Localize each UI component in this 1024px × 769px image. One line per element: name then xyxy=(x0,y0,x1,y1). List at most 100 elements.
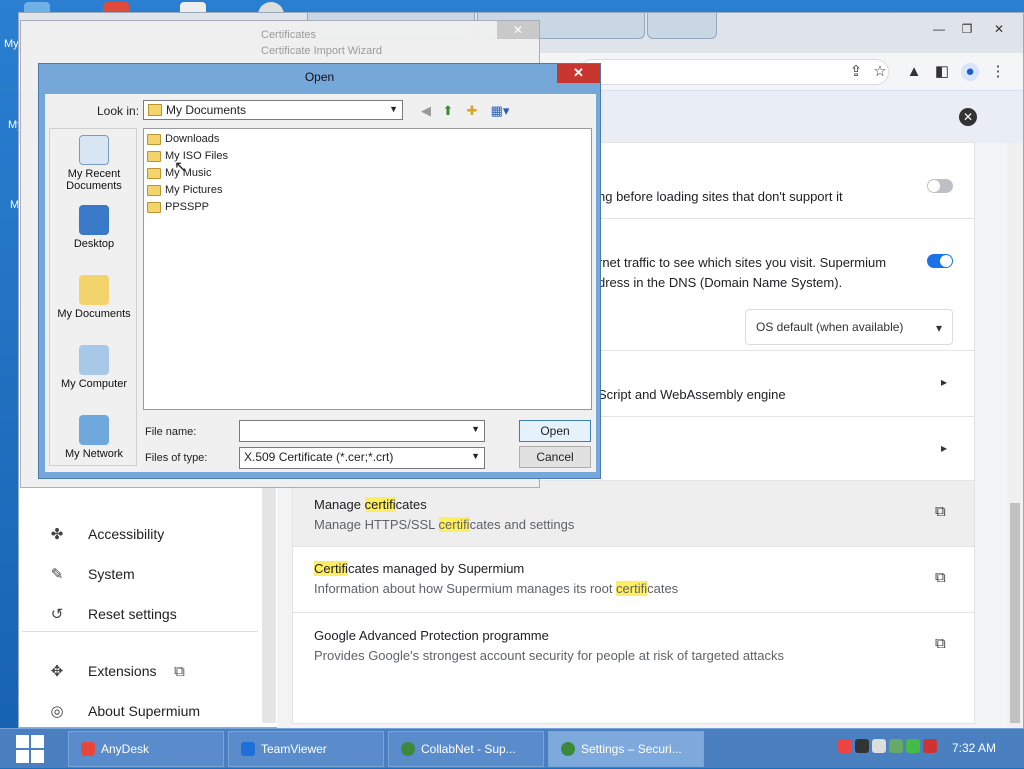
anydesk-tray-icon[interactable] xyxy=(855,739,869,753)
manage-certificates-row[interactable]: Manage certificates Manage HTTPS/SSL cer… xyxy=(293,481,974,547)
file-list[interactable]: Downloads My ISO Files My Music My Pictu… xyxy=(143,128,592,410)
shield-icon[interactable] xyxy=(838,739,852,753)
browser-logo-icon: ◎ xyxy=(50,703,64,720)
wizard-close-button[interactable]: ✕ xyxy=(497,21,539,39)
dialog-close-button[interactable]: ✕ xyxy=(557,64,600,83)
puzzle-icon: ✥ xyxy=(50,663,64,680)
system-tray xyxy=(838,739,937,753)
file-name-input[interactable]: ▼ xyxy=(239,420,485,442)
list-item[interactable]: My ISO Files xyxy=(147,148,228,164)
place-my-documents[interactable]: My Documents xyxy=(50,275,138,320)
open-file-dialog: Open ✕ Look in: My Documents ▼ ◀ ⬆ ✚ ▦▾ … xyxy=(38,63,601,479)
row-title: Manage certificates xyxy=(314,497,427,512)
look-in-label: Look in: xyxy=(97,104,140,118)
volume-icon[interactable] xyxy=(872,739,886,753)
new-folder-icon[interactable]: ✚ xyxy=(463,102,481,120)
windows-logo-icon xyxy=(16,735,44,763)
address-bar[interactable] xyxy=(579,59,889,85)
list-item[interactable]: PPSSPP xyxy=(147,199,209,215)
recent-documents-icon xyxy=(79,135,109,165)
look-in-value: My Documents xyxy=(166,103,247,117)
taskbar-clock[interactable]: 7:32 AM xyxy=(952,741,996,755)
advanced-protection-row[interactable]: Google Advanced Protection programme Pro… xyxy=(293,613,974,679)
row-description: Information about how Supermium manages … xyxy=(314,581,679,596)
chevron-right-icon: ▸ xyxy=(941,375,948,389)
dialog-title: Open xyxy=(304,70,335,84)
security-icon[interactable] xyxy=(923,739,937,753)
minimize-button[interactable]: — xyxy=(927,21,951,39)
file-name-label: File name: xyxy=(145,426,197,438)
sidebar-item-about[interactable]: ◎ About Supermium xyxy=(48,698,200,724)
open-external-icon: ⧉ xyxy=(935,635,946,652)
sidebar-item-extensions[interactable]: ✥ Extensions ⧉ xyxy=(48,658,188,684)
sidebar-item-accessibility[interactable]: ✤ Accessibility xyxy=(48,521,165,547)
file-type-select[interactable]: X.509 Certificate (*.cer;*.crt) ▼ xyxy=(239,447,485,469)
network-icon[interactable] xyxy=(889,739,903,753)
sidebar-item-reset[interactable]: ↺ Reset settings xyxy=(48,601,177,627)
wizard-subtitle: Certificate Import Wizard xyxy=(261,45,383,57)
folder-icon xyxy=(148,104,162,116)
supermium-icon xyxy=(561,742,575,756)
documents-folder-icon xyxy=(79,275,109,305)
open-external-icon: ⧉ xyxy=(935,569,946,586)
places-bar: My Recent Documents Desktop My Documents… xyxy=(49,128,137,466)
start-button[interactable] xyxy=(0,729,60,769)
side-panel-icon[interactable]: ◧ xyxy=(933,63,951,81)
sidebar-scrollbar[interactable] xyxy=(262,483,276,723)
supermium-icon xyxy=(401,742,415,756)
place-my-computer[interactable]: My Computer xyxy=(50,345,138,390)
folder-icon xyxy=(147,133,161,145)
browser-tab[interactable] xyxy=(647,13,717,39)
select-value: OS default (when available) xyxy=(756,320,904,334)
main-scrollbar[interactable] xyxy=(1007,143,1023,729)
view-menu-icon[interactable]: ▦▾ xyxy=(487,102,513,120)
up-folder-icon[interactable]: ⬆ xyxy=(439,102,457,120)
place-recent[interactable]: My Recent Documents xyxy=(50,135,138,192)
wrench-icon: ✎ xyxy=(50,566,64,583)
folder-icon xyxy=(147,184,161,196)
list-item[interactable]: Downloads xyxy=(147,131,219,147)
bookmark-star-icon[interactable]: ☆ xyxy=(871,63,889,81)
menu-dots-icon[interactable]: ⋮ xyxy=(989,63,1007,81)
settings-sidebar: ✤ Accessibility ✎ System ↺ Reset setting… xyxy=(22,483,277,723)
share-icon[interactable]: ⇪ xyxy=(847,63,865,81)
taskbar-item-settings[interactable]: Settings – Securi... xyxy=(548,731,704,767)
toggle-on[interactable] xyxy=(927,254,953,268)
extension-icon[interactable]: ▲ xyxy=(905,63,923,81)
list-item[interactable]: My Pictures xyxy=(147,182,222,198)
taskbar-item-anydesk[interactable]: AnyDesk xyxy=(68,731,224,767)
taskbar-item-collabnet[interactable]: CollabNet - Sup... xyxy=(388,731,544,767)
sidebar-item-label: About Supermium xyxy=(88,703,201,719)
update-icon[interactable] xyxy=(906,739,920,753)
back-icon[interactable]: ◀ xyxy=(417,102,435,120)
sidebar-divider xyxy=(22,631,258,632)
open-external-icon: ⧉ xyxy=(174,662,185,680)
sidebar-item-label: Accessibility xyxy=(88,526,165,542)
wizard-title: Certificates xyxy=(261,29,317,41)
maximize-button[interactable]: ❐ xyxy=(955,21,979,39)
mouse-cursor-icon: ↖ xyxy=(174,159,188,176)
reset-icon: ↺ xyxy=(50,606,64,623)
close-window-button[interactable]: ✕ xyxy=(987,21,1011,39)
look-in-combo[interactable]: My Documents ▼ xyxy=(143,100,403,120)
dns-provider-select[interactable]: OS default (when available) ▾ xyxy=(745,309,953,345)
place-my-network[interactable]: My Network xyxy=(50,415,138,460)
taskbar-item-teamviewer[interactable]: TeamViewer xyxy=(228,731,384,767)
row-description: Manage HTTPS/SSL certificates and settin… xyxy=(314,517,575,532)
certificates-managed-row[interactable]: Certificates managed by Supermium Inform… xyxy=(293,547,974,613)
taskbar: AnyDesk TeamViewer CollabNet - Sup... Se… xyxy=(0,728,1024,768)
row-description: Provides Google's strongest account secu… xyxy=(314,648,784,663)
dropdown-arrow-icon: ▼ xyxy=(471,424,480,434)
dialog-body: Look in: My Documents ▼ ◀ ⬆ ✚ ▦▾ My Rece… xyxy=(45,94,596,472)
clear-search-icon[interactable]: ✕ xyxy=(959,108,977,126)
profile-avatar-icon[interactable]: ● xyxy=(961,63,979,81)
place-desktop[interactable]: Desktop xyxy=(50,205,138,250)
desktop-label[interactable]: My xyxy=(4,38,19,50)
open-button[interactable]: Open xyxy=(519,420,591,442)
cancel-button[interactable]: Cancel xyxy=(519,446,591,468)
dropdown-arrow-icon: ▾ xyxy=(935,321,942,335)
sidebar-item-system[interactable]: ✎ System xyxy=(48,561,135,587)
row-title: Google Advanced Protection programme xyxy=(314,628,549,643)
chevron-right-icon: ▸ xyxy=(941,441,948,455)
toggle-off[interactable] xyxy=(927,179,953,193)
